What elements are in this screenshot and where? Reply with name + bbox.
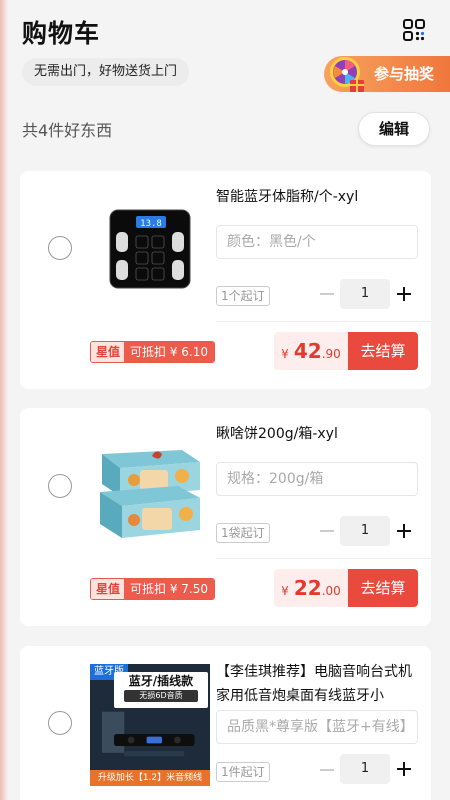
spec-selector[interactable]: 规格：200g/箱 <box>216 462 418 496</box>
speaker-footer: 升级加长【1.2】米音频线 <box>90 770 210 786</box>
price-integer: 42 <box>293 339 322 363</box>
summary-row: 共4件好东西 编辑 <box>22 112 432 150</box>
increase-quantity-button[interactable] <box>397 762 411 776</box>
speaker-image-icon <box>102 711 195 757</box>
badge-star-label: 星值 <box>91 579 125 599</box>
product-name[interactable]: 智能蓝牙体脂称/个-xyl <box>216 185 420 209</box>
price-decimal: .90 <box>321 347 341 361</box>
star-value-badge: 星值 可抵扣 ¥ 7.50 <box>90 578 215 600</box>
price-integer: 22 <box>293 576 322 600</box>
body-fat-scale-icon: 13.8 <box>109 209 191 289</box>
product-thumbnail[interactable] <box>90 426 210 546</box>
edit-button[interactable]: 编辑 <box>358 112 430 146</box>
left-accent-strip <box>0 0 8 800</box>
divider <box>216 321 431 322</box>
speaker-subline-text: 无损6D音质 <box>124 690 198 702</box>
min-order-tag: 1袋起订 <box>216 523 270 543</box>
qr-scan-icon[interactable] <box>402 18 426 42</box>
pastry-box-icon <box>100 450 200 538</box>
cart-item-card: 瞅啥饼200g/箱-xyl 规格：200g/箱 1袋起订 1 星值 可抵扣 ¥ … <box>20 408 431 626</box>
speaker-headline-text: 蓝牙/插线款 <box>128 674 194 688</box>
quantity-input[interactable]: 1 <box>340 516 390 546</box>
price-box: ¥ 22.00 <box>274 569 348 607</box>
price-box: ¥ 42.90 <box>274 332 348 370</box>
spec-selector[interactable]: 品质黑*尊享版【蓝牙+有线】 <box>216 710 418 744</box>
cart-item-card: 13.8 智能蓝牙体脂称/个-xyl 颜色：黑色/个 1个起订 1 星值 可抵扣… <box>20 171 431 389</box>
spec-selector[interactable]: 颜色：黑色/个 <box>216 225 418 259</box>
checkout-button[interactable]: 去结算 <box>348 569 418 607</box>
increase-quantity-button[interactable] <box>397 287 411 301</box>
product-thumbnail[interactable]: 13.8 <box>90 188 210 308</box>
subtitle-pill: 无需出门，好物送货上门 <box>22 58 190 86</box>
price-currency: ¥ <box>281 347 289 361</box>
increase-quantity-button[interactable] <box>397 524 411 538</box>
star-value-badge: 星值 可抵扣 ¥ 6.10 <box>90 341 215 363</box>
min-order-tag: 1个起订 <box>216 286 270 306</box>
lottery-wheel-icon <box>326 54 368 96</box>
scale-display-text: 13.8 <box>140 219 162 229</box>
decrease-quantity-button[interactable] <box>320 769 334 771</box>
min-order-tag: 1件起订 <box>216 762 270 782</box>
badge-deduct-label: 可抵扣 ¥ 7.50 <box>124 579 214 599</box>
badge-star-label: 星值 <box>91 342 125 362</box>
price-currency: ¥ <box>281 584 289 598</box>
lottery-label: 参与抽奖 <box>374 65 435 83</box>
select-radio[interactable] <box>48 474 72 498</box>
quantity-input[interactable]: 1 <box>340 754 390 784</box>
item-count: 共4件好东西 <box>22 121 113 140</box>
product-thumbnail[interactable]: 蓝牙版 蓝牙/插线款 无损6D音质 升级加长【1.2】米音频线 <box>90 664 210 786</box>
page-title: 购物车 <box>22 19 101 48</box>
cart-item-card: 蓝牙版 蓝牙/插线款 无损6D音质 升级加长【1.2】米音频线 【李佳琪推荐】电… <box>20 646 431 800</box>
lottery-button[interactable]: 参与抽奖 <box>324 56 450 92</box>
select-radio[interactable] <box>48 236 72 260</box>
select-radio[interactable] <box>48 711 72 735</box>
decrease-quantity-button[interactable] <box>320 530 334 532</box>
speaker-headline: 蓝牙/插线款 无损6D音质 <box>114 672 208 708</box>
price-decimal: .00 <box>321 584 341 598</box>
checkout-button[interactable]: 去结算 <box>348 332 418 370</box>
badge-deduct-label: 可抵扣 ¥ 6.10 <box>124 342 214 362</box>
product-name[interactable]: 【李佳琪推荐】电脑音响台式机家用低音炮桌面有线蓝牙小 <box>216 660 420 708</box>
product-name[interactable]: 瞅啥饼200g/箱-xyl <box>216 422 420 446</box>
divider <box>216 558 431 559</box>
decrease-quantity-button[interactable] <box>320 293 334 295</box>
quantity-input[interactable]: 1 <box>340 279 390 309</box>
